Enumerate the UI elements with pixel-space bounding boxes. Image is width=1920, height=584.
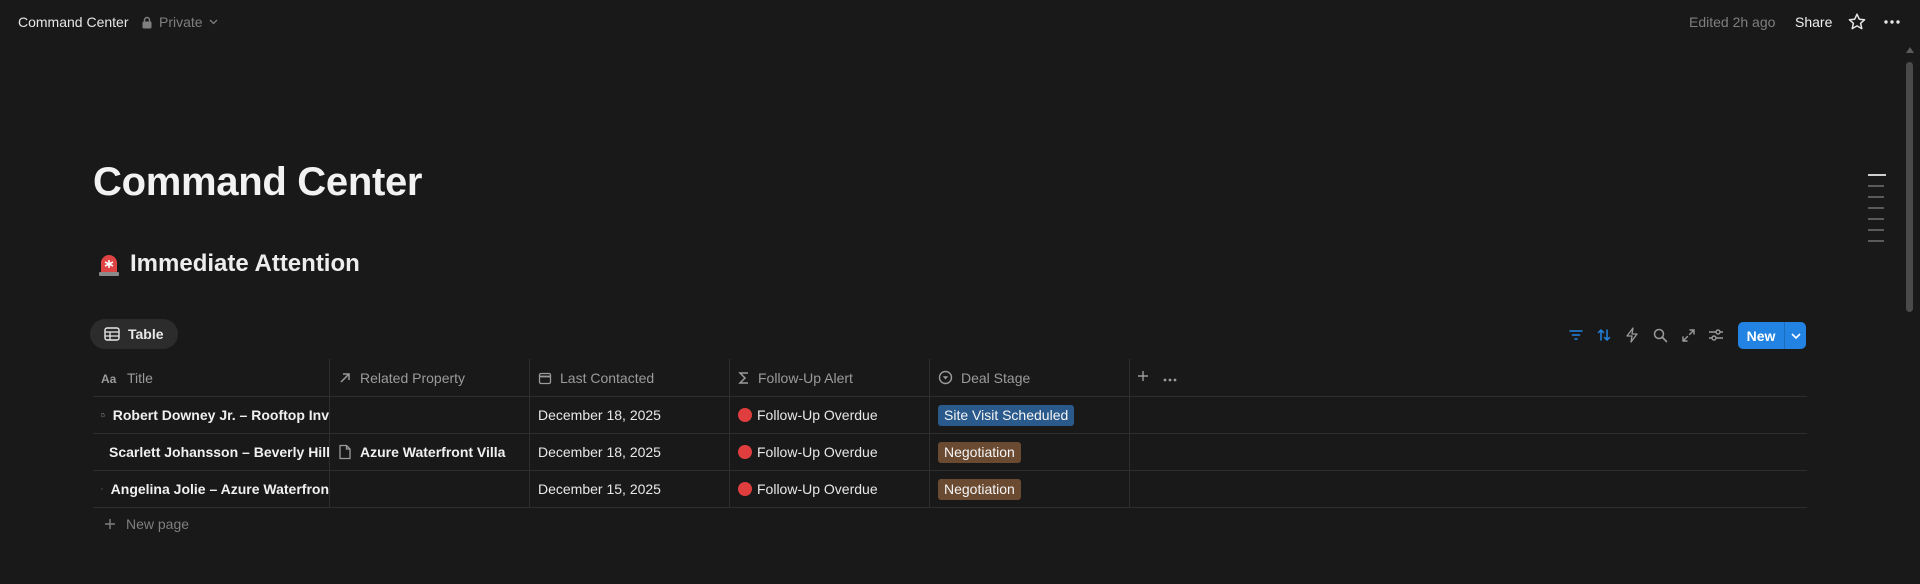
new-page-button[interactable]: New page bbox=[104, 516, 189, 532]
related-property-cell[interactable] bbox=[330, 397, 530, 433]
page-title[interactable]: Command Center bbox=[93, 160, 422, 205]
add-column-icon[interactable] bbox=[1137, 369, 1149, 387]
siren-icon bbox=[96, 251, 122, 277]
edited-timestamp: Edited 2h ago bbox=[1689, 14, 1776, 30]
status-badge: Negotiation bbox=[938, 478, 1021, 500]
svg-text:Aa: Aa bbox=[101, 372, 117, 384]
follow-up-alert-cell: Follow-Up Overdue bbox=[730, 471, 930, 507]
related-property-link[interactable]: Azure Waterfront Villa bbox=[360, 444, 505, 460]
column-header-empty bbox=[1130, 359, 1807, 396]
last-contacted-cell[interactable]: December 18, 2025 bbox=[530, 397, 730, 433]
privacy-label: Private bbox=[159, 14, 203, 30]
alert-dot-icon bbox=[738, 408, 752, 422]
follow-up-alert-cell: Follow-Up Overdue bbox=[730, 434, 930, 470]
favorite-star-icon[interactable] bbox=[1847, 12, 1867, 37]
new-button-label: New bbox=[1746, 327, 1776, 344]
scrollbar-thumb[interactable] bbox=[1906, 62, 1913, 312]
scrollbar[interactable] bbox=[1906, 48, 1914, 312]
table-row[interactable]: Robert Downey Jr. – Rooftop Inv December… bbox=[93, 397, 1807, 434]
automation-icon[interactable] bbox=[1623, 326, 1641, 344]
deal-stage-cell[interactable]: Negotiation bbox=[930, 434, 1130, 470]
sort-icon[interactable] bbox=[1595, 326, 1613, 344]
last-contacted-cell[interactable]: December 18, 2025 bbox=[530, 434, 730, 470]
text-type-icon: Aa bbox=[101, 372, 117, 384]
last-contacted-cell[interactable]: December 15, 2025 bbox=[530, 471, 730, 507]
follow-up-alert-cell: Follow-Up Overdue bbox=[730, 397, 930, 433]
more-options-icon[interactable] bbox=[1882, 12, 1902, 37]
row-title: Robert Downey Jr. – Rooftop Inv bbox=[112, 407, 329, 423]
row-title: Scarlett Johansson – Beverly Hill bbox=[109, 444, 330, 460]
database-table: Aa Title Related Property Last Contacted… bbox=[93, 359, 1807, 508]
expand-icon[interactable] bbox=[1679, 326, 1697, 344]
chevron-down-icon[interactable] bbox=[1785, 332, 1806, 339]
column-header-last-contacted[interactable]: Last Contacted bbox=[530, 359, 730, 396]
view-toolbar bbox=[1567, 326, 1725, 344]
search-icon[interactable] bbox=[1651, 326, 1669, 344]
plus-icon bbox=[105, 519, 115, 529]
calendar-icon bbox=[538, 372, 552, 384]
deal-stage-cell[interactable]: Site Visit Scheduled bbox=[930, 397, 1130, 433]
status-badge: Site Visit Scheduled bbox=[938, 404, 1075, 426]
filter-icon[interactable] bbox=[1567, 326, 1585, 344]
status-badge: Negotiation bbox=[938, 441, 1021, 463]
table-icon bbox=[104, 327, 120, 341]
chevron-down-icon bbox=[209, 19, 218, 25]
page-icon bbox=[101, 413, 105, 417]
settings-icon[interactable] bbox=[1707, 326, 1725, 344]
new-button[interactable]: New bbox=[1738, 322, 1806, 349]
row-title: Angelina Jolie – Azure Waterfron bbox=[110, 481, 329, 497]
top-bar: Command Center Private Edited 2h ago Sha… bbox=[0, 0, 1920, 44]
privacy-indicator[interactable]: Private bbox=[141, 14, 218, 30]
section-heading-text: Immediate Attention bbox=[130, 250, 360, 277]
page-icon bbox=[101, 488, 103, 490]
lock-icon bbox=[142, 16, 152, 28]
title-cell[interactable]: Angelina Jolie – Azure Waterfron bbox=[93, 471, 330, 507]
table-header-row: Aa Title Related Property Last Contacted… bbox=[93, 359, 1807, 397]
column-header-follow-up-alert[interactable]: Follow-Up Alert bbox=[730, 359, 930, 396]
deal-stage-cell[interactable]: Negotiation bbox=[930, 471, 1130, 507]
alert-dot-icon bbox=[738, 482, 752, 496]
view-tab-label: Table bbox=[128, 326, 164, 342]
breadcrumb[interactable]: Command Center bbox=[18, 14, 129, 30]
share-button[interactable]: Share bbox=[1795, 14, 1832, 30]
section-heading: Immediate Attention bbox=[96, 250, 360, 278]
alert-dot-icon bbox=[738, 445, 752, 459]
table-row[interactable]: Scarlett Johansson – Beverly Hill Azure … bbox=[93, 434, 1807, 471]
new-page-label: New page bbox=[126, 516, 190, 532]
title-cell[interactable]: Robert Downey Jr. – Rooftop Inv bbox=[93, 397, 330, 433]
page-icon bbox=[339, 444, 351, 460]
table-of-contents-minimap[interactable] bbox=[1868, 174, 1886, 251]
related-property-cell[interactable] bbox=[330, 471, 530, 507]
column-more-icon[interactable] bbox=[1163, 369, 1177, 387]
view-tab-table[interactable]: Table bbox=[90, 319, 178, 349]
column-header-related-property[interactable]: Related Property bbox=[330, 359, 530, 396]
sigma-icon bbox=[738, 371, 748, 384]
table-row[interactable]: Angelina Jolie – Azure Waterfron Decembe… bbox=[93, 471, 1807, 508]
title-cell[interactable]: Scarlett Johansson – Beverly Hill bbox=[93, 434, 330, 470]
status-icon bbox=[938, 370, 953, 385]
column-header-title[interactable]: Aa Title bbox=[93, 359, 330, 396]
arrow-up-right-icon bbox=[340, 372, 350, 383]
column-header-deal-stage[interactable]: Deal Stage bbox=[930, 359, 1130, 396]
related-property-cell[interactable]: Azure Waterfront Villa bbox=[330, 434, 530, 470]
header-actions bbox=[1137, 359, 1177, 396]
